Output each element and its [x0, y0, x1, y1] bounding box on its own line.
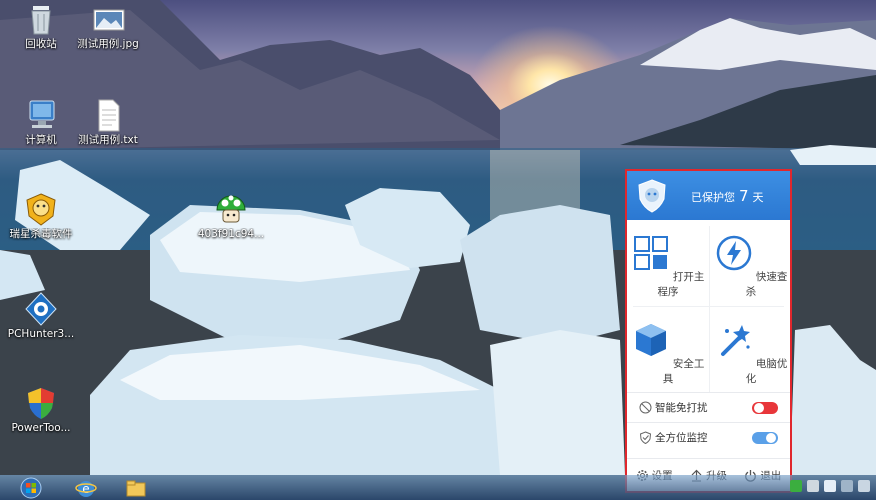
rising-antivirus-icon [24, 192, 58, 226]
powertool-shield-icon [24, 386, 58, 420]
green-mushroom-icon [214, 192, 248, 226]
lightning-icon [716, 235, 751, 271]
option-label: 全方位监控 [655, 432, 708, 444]
image-file-icon [91, 2, 125, 36]
desktop-icon-label: 403f91c94... [197, 228, 265, 240]
option-label: 智能免打扰 [655, 402, 708, 414]
desktop-icon-test-jpg[interactable]: 测试用例.jpg [72, 2, 144, 51]
folder-icon [126, 480, 146, 497]
option-do-not-disturb: 智能免打扰 [627, 392, 790, 422]
option-full-monitor: 全方位监控 [627, 422, 790, 452]
protect-days: 7 [739, 186, 749, 205]
tray-network-icon[interactable] [841, 480, 853, 492]
protect-prefix: 已保护您 [691, 190, 735, 204]
protect-status: 已保护您 7 天 [691, 187, 764, 205]
tray-icon[interactable] [790, 480, 802, 492]
tile-quick-scan[interactable]: 快速查杀 [710, 220, 792, 306]
recycle-bin-icon [24, 2, 58, 36]
desktop-icon-powertool[interactable]: PowerToo... [5, 386, 77, 435]
shield-logo-icon [638, 178, 666, 213]
system-tray [790, 480, 870, 492]
tile-label: 打开主程序 [657, 271, 705, 298]
grid-icon [633, 236, 668, 270]
desktop-icon-computer[interactable]: 计算机 [5, 98, 77, 147]
desktop-icon-test-txt[interactable]: 测试用例.txt [72, 98, 144, 147]
taskbar-explorer[interactable] [125, 477, 147, 499]
desktop-icon-label: PCHunter3... [7, 328, 75, 340]
protect-suffix: 天 [752, 190, 764, 204]
desktop-icon-label: PowerToo... [11, 422, 71, 434]
tray-flag-icon[interactable] [824, 480, 836, 492]
tile-label: 安全工具 [662, 358, 705, 385]
desktop-icon-recycle-bin[interactable]: 回收站 [5, 2, 77, 51]
tray-icon[interactable] [807, 480, 819, 492]
start-button[interactable] [20, 477, 42, 499]
desktop-icon-rising-antivirus[interactable]: 瑞星杀毒软件 [5, 192, 77, 241]
taskbar: e [0, 475, 876, 500]
windows-start-icon [20, 477, 42, 499]
tile-pc-optimize[interactable]: 电脑优化 [710, 307, 792, 393]
desktop-icon-label: 测试用例.jpg [77, 38, 139, 50]
tile-security-tools[interactable]: 安全工具 [627, 307, 709, 393]
tile-label: 电脑优化 [745, 358, 788, 385]
internet-explorer-icon: e [75, 481, 97, 497]
desktop-icon-pchunter[interactable]: PCHunter3... [5, 292, 77, 341]
desktop-icon-label: 回收站 [25, 38, 57, 50]
shield-check-icon [639, 431, 652, 444]
panel-header: 已保护您 7 天 [627, 171, 790, 220]
pchunter-icon [24, 292, 58, 326]
taskbar-ie[interactable]: e [75, 477, 97, 499]
cube-icon [635, 324, 666, 356]
do-not-disturb-toggle[interactable] [752, 401, 778, 414]
desktop-icon-label: 测试用例.txt [78, 134, 138, 146]
no-disturb-icon [639, 401, 652, 414]
full-monitor-toggle[interactable] [752, 431, 778, 444]
protection-panel: 已保护您 7 天 打开主程序 快速查杀 安全工具 电脑优化 智能免打扰 全方位监… [625, 169, 792, 493]
desktop-icon-label: 计算机 [25, 134, 57, 146]
computer-icon [24, 98, 58, 132]
desktop-icon-label: 瑞星杀毒软件 [9, 228, 73, 240]
magic-wand-icon [720, 325, 750, 356]
text-file-icon [91, 98, 125, 132]
tile-label: 快速查杀 [745, 271, 788, 298]
desktop-icon-mushroom[interactable]: 403f91c94... [195, 192, 267, 241]
function-grid: 打开主程序 快速查杀 安全工具 电脑优化 [627, 220, 790, 392]
tile-open-main[interactable]: 打开主程序 [627, 220, 709, 306]
tray-volume-icon[interactable] [858, 480, 870, 492]
